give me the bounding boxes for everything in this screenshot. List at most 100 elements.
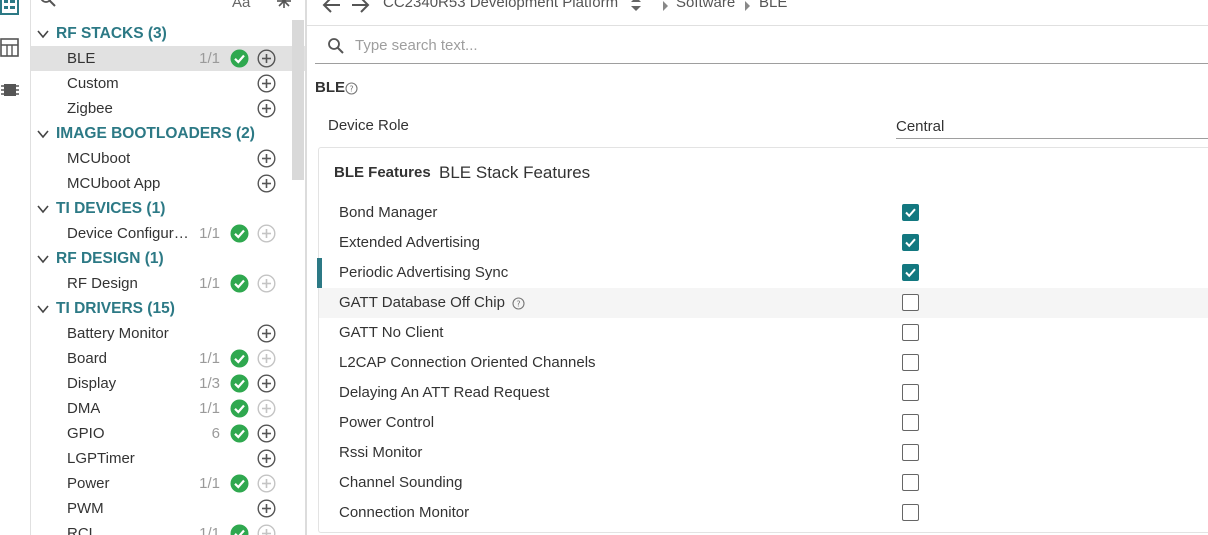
add-circle-icon[interactable]	[257, 149, 276, 168]
sidebar-item-label: PWM	[67, 500, 104, 517]
board-view-icon[interactable]	[0, 38, 20, 58]
instance-count: 6	[211, 425, 220, 442]
software-view-icon[interactable]	[0, 0, 20, 16]
sidebar-item-label: MCUboot	[67, 150, 131, 167]
activity-bar	[0, 0, 24, 535]
sidebar-item-label: Board	[67, 350, 108, 367]
sidebar-item-rcl[interactable]: RCL 1/1	[31, 521, 306, 535]
ble-features-card: BLE Features BLE Stack Features Bond Man…	[317, 147, 1208, 533]
device-switch-icon[interactable]	[629, 0, 643, 13]
navigation-bar: CC2340R53 Development Platform Software …	[307, 0, 1208, 26]
feature-checkbox[interactable]	[902, 414, 919, 431]
feature-checkbox[interactable]	[902, 294, 919, 311]
feature-checkbox[interactable]	[902, 354, 919, 371]
category-image-bootloaders-2[interactable]: IMAGE BOOTLOADERS (2)	[31, 121, 306, 146]
add-circle-icon[interactable]	[257, 49, 276, 68]
help-icon[interactable]: ?	[512, 297, 525, 310]
feature-label: Delaying An ATT Read Request	[339, 384, 550, 401]
software-tree: RF STACKS (3) BLE 1/1 Custom Zigbee IMAGE BOO…	[31, 21, 306, 535]
chevron-down-icon[interactable]	[37, 27, 49, 39]
add-circle-icon[interactable]	[257, 374, 276, 393]
sidebar: Aa RF STACKS (3) BLE 1/1 Custom Zigbee IMAGE …	[30, 0, 306, 535]
feature-row-channel-sounding: Channel Sounding	[319, 468, 1208, 498]
instance-count: 1/3	[199, 375, 220, 392]
feature-checkbox[interactable]	[902, 444, 919, 461]
sidebar-item-dma[interactable]: DMA 1/1	[31, 396, 306, 421]
feature-row-gatt-database-off-chip: GATT Database Off Chip?	[319, 288, 1208, 318]
sidebar-item-label: Device Configur…	[67, 225, 189, 242]
feature-checkbox[interactable]	[902, 384, 919, 401]
breadcrumb-device[interactable]: CC2340R53 Development Platform	[383, 0, 618, 11]
category-ti-devices-1[interactable]: TI DEVICES (1)	[31, 196, 306, 221]
check-circle-icon	[230, 224, 249, 243]
add-circle-icon	[257, 399, 276, 418]
chevron-down-icon[interactable]	[37, 127, 49, 139]
feature-label: Rssi Monitor	[339, 444, 423, 461]
search-input[interactable]	[355, 33, 1155, 57]
add-circle-icon[interactable]	[257, 74, 276, 93]
feature-checkbox[interactable]	[902, 504, 919, 521]
filter-icon[interactable]	[275, 0, 293, 14]
sidebar-item-zigbee[interactable]: Zigbee	[31, 96, 306, 121]
forward-arrow-icon[interactable]	[349, 0, 371, 16]
breadcrumb-ble[interactable]: BLE	[759, 0, 787, 11]
instance-count: 1/1	[199, 50, 220, 67]
sidebar-item-custom[interactable]: Custom	[31, 71, 306, 96]
category-label: TI DEVICES (1)	[56, 200, 166, 217]
add-circle-icon[interactable]	[257, 174, 276, 193]
device-role-select[interactable]: Central	[896, 114, 1208, 139]
feature-checkbox[interactable]	[902, 264, 919, 281]
add-circle-icon[interactable]	[257, 424, 276, 443]
feature-checkbox[interactable]	[902, 474, 919, 491]
add-circle-icon[interactable]	[257, 499, 276, 518]
add-circle-icon[interactable]	[257, 449, 276, 468]
feature-checkbox[interactable]	[902, 324, 919, 341]
breadcrumb-software[interactable]: Software	[676, 0, 735, 11]
sidebar-item-label: Custom	[67, 75, 119, 92]
add-circle-icon[interactable]	[257, 99, 276, 118]
chevron-down-icon[interactable]	[37, 252, 49, 264]
match-case-toggle[interactable]: Aa	[232, 0, 250, 11]
sidebar-item-mcuboot[interactable]: MCUboot	[31, 146, 306, 171]
breadcrumb-separator-icon	[744, 0, 752, 11]
sidebar-item-battery-monitor[interactable]: Battery Monitor	[31, 321, 306, 346]
check-circle-icon	[230, 274, 249, 293]
feature-label: Bond Manager	[339, 204, 438, 221]
help-icon[interactable]: ?	[345, 82, 358, 95]
breadcrumb-separator-icon	[662, 0, 670, 11]
search-icon[interactable]	[39, 0, 57, 12]
sidebar-item-label: MCUboot App	[67, 175, 161, 192]
check-circle-icon	[230, 49, 249, 68]
check-circle-icon	[230, 474, 249, 493]
sidebar-item-device-configur[interactable]: Device Configur… 1/1	[31, 221, 306, 246]
sidebar-item-mcuboot-app[interactable]: MCUboot App	[31, 171, 306, 196]
category-ti-drivers-15[interactable]: TI DRIVERS (15)	[31, 296, 306, 321]
chevron-down-icon[interactable]	[37, 302, 49, 314]
category-rf-stacks-3[interactable]: RF STACKS (3)	[31, 21, 306, 46]
sidebar-item-ble[interactable]: BLE 1/1	[31, 46, 306, 71]
feature-row-delaying-an-att-read-request: Delaying An ATT Read Request	[319, 378, 1208, 408]
feature-checkbox[interactable]	[902, 234, 919, 251]
check-circle-icon	[230, 374, 249, 393]
sidebar-item-label: Zigbee	[67, 100, 113, 117]
back-arrow-icon[interactable]	[321, 0, 343, 16]
sidebar-item-power[interactable]: Power 1/1	[31, 471, 306, 496]
sidebar-item-rf-design[interactable]: RF Design 1/1	[31, 271, 306, 296]
sidebar-item-lgptimer[interactable]: LGPTimer	[31, 446, 306, 471]
sidebar-item-label: Display	[67, 375, 117, 392]
sidebar-item-pwm[interactable]: PWM	[31, 496, 306, 521]
category-rf-design-1[interactable]: RF DESIGN (1)	[31, 246, 306, 271]
add-circle-icon[interactable]	[257, 324, 276, 343]
sidebar-item-board[interactable]: Board 1/1	[31, 346, 306, 371]
feature-label: GATT No Client	[339, 324, 444, 341]
sidebar-item-label: RF Design	[67, 275, 138, 292]
sidebar-item-gpio[interactable]: GPIO 6	[31, 421, 306, 446]
feature-row-connection-monitor: Connection Monitor	[319, 498, 1208, 528]
category-label: IMAGE BOOTLOADERS (2)	[56, 125, 255, 142]
chevron-down-icon[interactable]	[37, 202, 49, 214]
feature-row-extended-advertising: Extended Advertising	[319, 228, 1208, 258]
sidebar-item-display[interactable]: Display 1/3	[31, 371, 306, 396]
chip-view-icon[interactable]	[0, 80, 20, 100]
feature-checkbox[interactable]	[902, 204, 919, 221]
sidebar-scrollbar-thumb[interactable]	[292, 20, 304, 180]
